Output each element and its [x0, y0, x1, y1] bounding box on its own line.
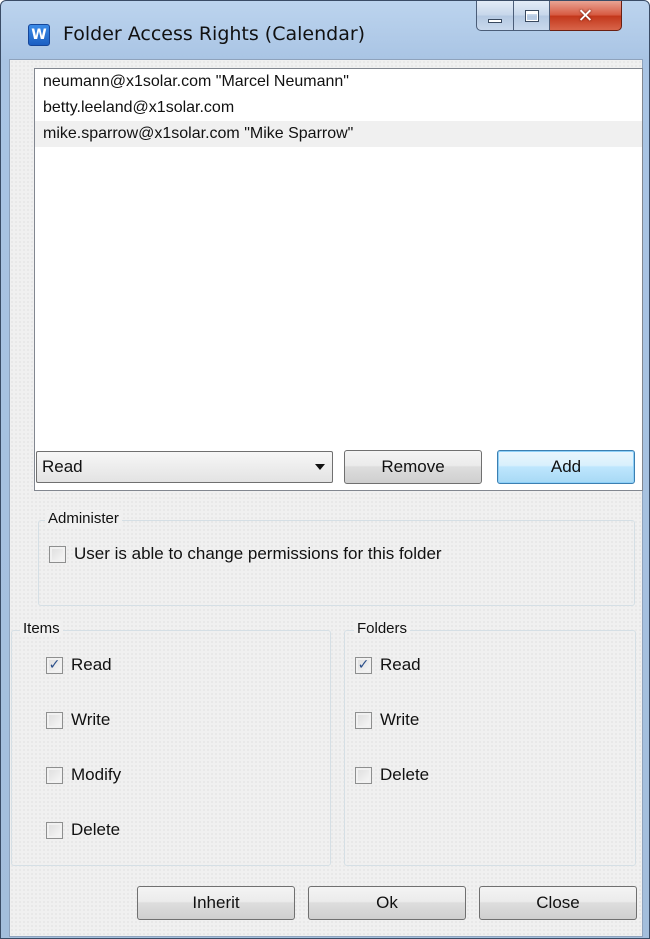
folders-write-checkbox[interactable]	[355, 711, 372, 729]
folders-group-title: Folders	[354, 620, 411, 637]
user-list-item-selected[interactable]: mike.sparrow@x1solar.com "Mike Sparrow"	[35, 121, 642, 147]
administer-group: Administer User is able to change permis…	[38, 510, 635, 606]
maximize-button[interactable]	[514, 1, 550, 31]
remove-button[interactable]: Remove	[344, 450, 482, 484]
items-modify-label: Modify	[71, 765, 122, 784]
items-delete-checkbox[interactable]	[46, 821, 63, 839]
folders-delete-checkbox[interactable]	[355, 766, 372, 784]
administer-group-title: Administer	[45, 510, 122, 527]
maximize-icon	[524, 9, 539, 22]
items-delete-row[interactable]: Delete	[46, 820, 120, 840]
inherit-button[interactable]: Inherit	[137, 886, 295, 920]
close-icon: ✕	[577, 4, 594, 27]
items-write-checkbox[interactable]	[46, 711, 63, 729]
minimize-button[interactable]	[476, 1, 514, 31]
folder-access-rights-window: W Folder Access Rights (Calendar) ✕ neum…	[0, 0, 650, 939]
close-button[interactable]: Close	[479, 886, 637, 920]
user-list-item[interactable]: betty.leeland@x1solar.com	[35, 95, 642, 121]
ok-button[interactable]: Ok	[308, 886, 466, 920]
user-list-item[interactable]: neumann@x1solar.com "Marcel Neumann"	[35, 69, 642, 95]
change-permissions-checkbox-row[interactable]: User is able to change permissions for t…	[49, 544, 442, 564]
permission-level-value: Read	[42, 457, 83, 476]
items-write-row[interactable]: Write	[46, 710, 110, 730]
folders-group: Folders ✓ Read Write Delete	[344, 620, 636, 866]
caption-buttons: ✕	[476, 1, 622, 31]
folders-delete-label: Delete	[380, 765, 430, 784]
close-window-button[interactable]: ✕	[550, 1, 622, 31]
app-icon: W	[28, 24, 50, 46]
folders-delete-row[interactable]: Delete	[355, 765, 429, 785]
folders-read-checkbox[interactable]: ✓	[355, 656, 372, 674]
user-list-container: neumann@x1solar.com "Marcel Neumann" bet…	[34, 68, 650, 491]
items-modify-row[interactable]: Modify	[46, 765, 121, 785]
items-group: Items ✓ Read Write Modify Delete	[11, 620, 331, 866]
folders-read-label: Read	[380, 655, 421, 674]
items-read-label: Read	[71, 655, 112, 674]
title-bar[interactable]: W Folder Access Rights (Calendar) ✕	[1, 1, 649, 59]
items-group-title: Items	[20, 620, 63, 637]
change-permissions-label: User is able to change permissions for t…	[74, 544, 442, 563]
dialog-client-area: neumann@x1solar.com "Marcel Neumann" bet…	[9, 59, 643, 937]
add-button[interactable]: Add	[497, 450, 635, 484]
dropdown-arrow-icon	[315, 464, 325, 470]
change-permissions-checkbox[interactable]	[49, 545, 66, 563]
folders-read-row[interactable]: ✓ Read	[355, 655, 421, 675]
items-modify-checkbox[interactable]	[46, 766, 63, 784]
folders-write-row[interactable]: Write	[355, 710, 419, 730]
window-title: Folder Access Rights (Calendar)	[63, 23, 366, 45]
items-read-checkbox[interactable]: ✓	[46, 656, 63, 674]
folders-write-label: Write	[380, 710, 420, 729]
permission-level-dropdown[interactable]: Read	[36, 451, 333, 483]
minimize-icon	[488, 18, 502, 23]
user-list[interactable]: neumann@x1solar.com "Marcel Neumann" bet…	[34, 68, 643, 491]
items-write-label: Write	[71, 710, 111, 729]
items-delete-label: Delete	[71, 820, 121, 839]
items-read-row[interactable]: ✓ Read	[46, 655, 112, 675]
